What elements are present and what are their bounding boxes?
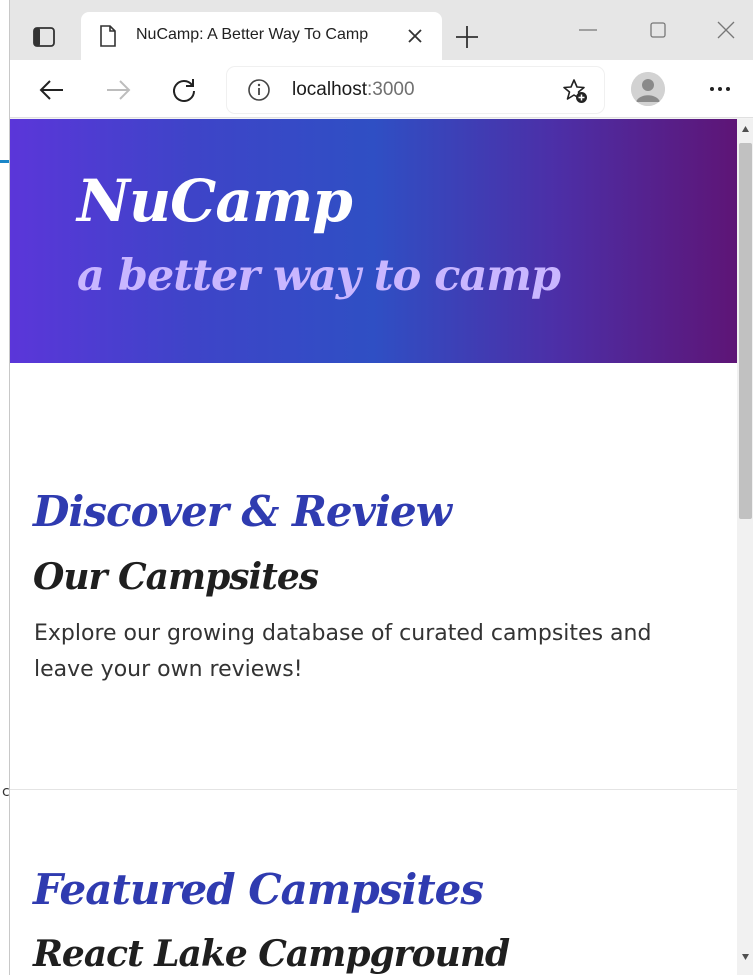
window-close-icon[interactable]	[714, 18, 738, 42]
page-icon	[100, 25, 116, 47]
discover-heading: Discover & Review	[33, 487, 452, 536]
campsites-heading: Our Campsites	[33, 556, 319, 598]
ellipsis-icon[interactable]	[706, 78, 734, 100]
scroll-down-arrow-icon[interactable]	[741, 953, 750, 961]
url-text[interactable]: localhost:3000	[292, 79, 415, 101]
refresh-icon[interactable]	[170, 76, 198, 104]
url-host: localhost	[292, 79, 367, 100]
tab-actions-button[interactable]	[30, 24, 58, 50]
brand-title: NuCamp	[77, 167, 353, 235]
minimize-icon[interactable]	[576, 18, 600, 42]
header-banner: NuCamp a better way to camp	[10, 119, 737, 363]
tab-title: NuCamp: A Better Way To Camp	[136, 26, 369, 43]
desktop-left-edge: c	[0, 0, 10, 975]
browser-window: NuCamp: A Better Way To Camp localhost:3…	[9, 0, 753, 975]
section-divider	[10, 789, 737, 790]
star-add-icon[interactable]	[561, 77, 589, 105]
avatar-icon	[631, 72, 665, 106]
tab-actions-icon	[33, 27, 55, 47]
vertical-scrollbar[interactable]	[737, 119, 753, 975]
scrollbar-thumb[interactable]	[739, 143, 752, 519]
plus-icon[interactable]	[454, 24, 480, 50]
desktop-accent-line	[0, 160, 9, 163]
scroll-up-arrow-icon[interactable]	[741, 125, 750, 133]
featured-campsite-name: React Lake Campground	[33, 933, 510, 975]
url-port: :3000	[367, 79, 415, 100]
arrow-right-icon[interactable]	[104, 76, 132, 104]
maximize-icon[interactable]	[646, 18, 670, 42]
campsites-description: Explore our growing database of curated …	[34, 621, 652, 682]
close-icon[interactable]	[405, 26, 425, 46]
tab-strip: NuCamp: A Better Way To Camp	[10, 0, 753, 60]
featured-heading: Featured Campsites	[33, 865, 484, 914]
avatar[interactable]	[631, 72, 665, 106]
arrow-left-icon[interactable]	[38, 76, 66, 104]
page-viewport: NuCamp a better way to camp Discover & R…	[10, 119, 753, 975]
brand-tagline: a better way to camp	[77, 251, 561, 301]
info-icon[interactable]	[247, 78, 271, 102]
browser-toolbar: localhost:3000	[10, 60, 753, 118]
address-bar[interactable]: localhost:3000	[227, 67, 604, 113]
active-tab[interactable]: NuCamp: A Better Way To Camp	[81, 12, 442, 60]
